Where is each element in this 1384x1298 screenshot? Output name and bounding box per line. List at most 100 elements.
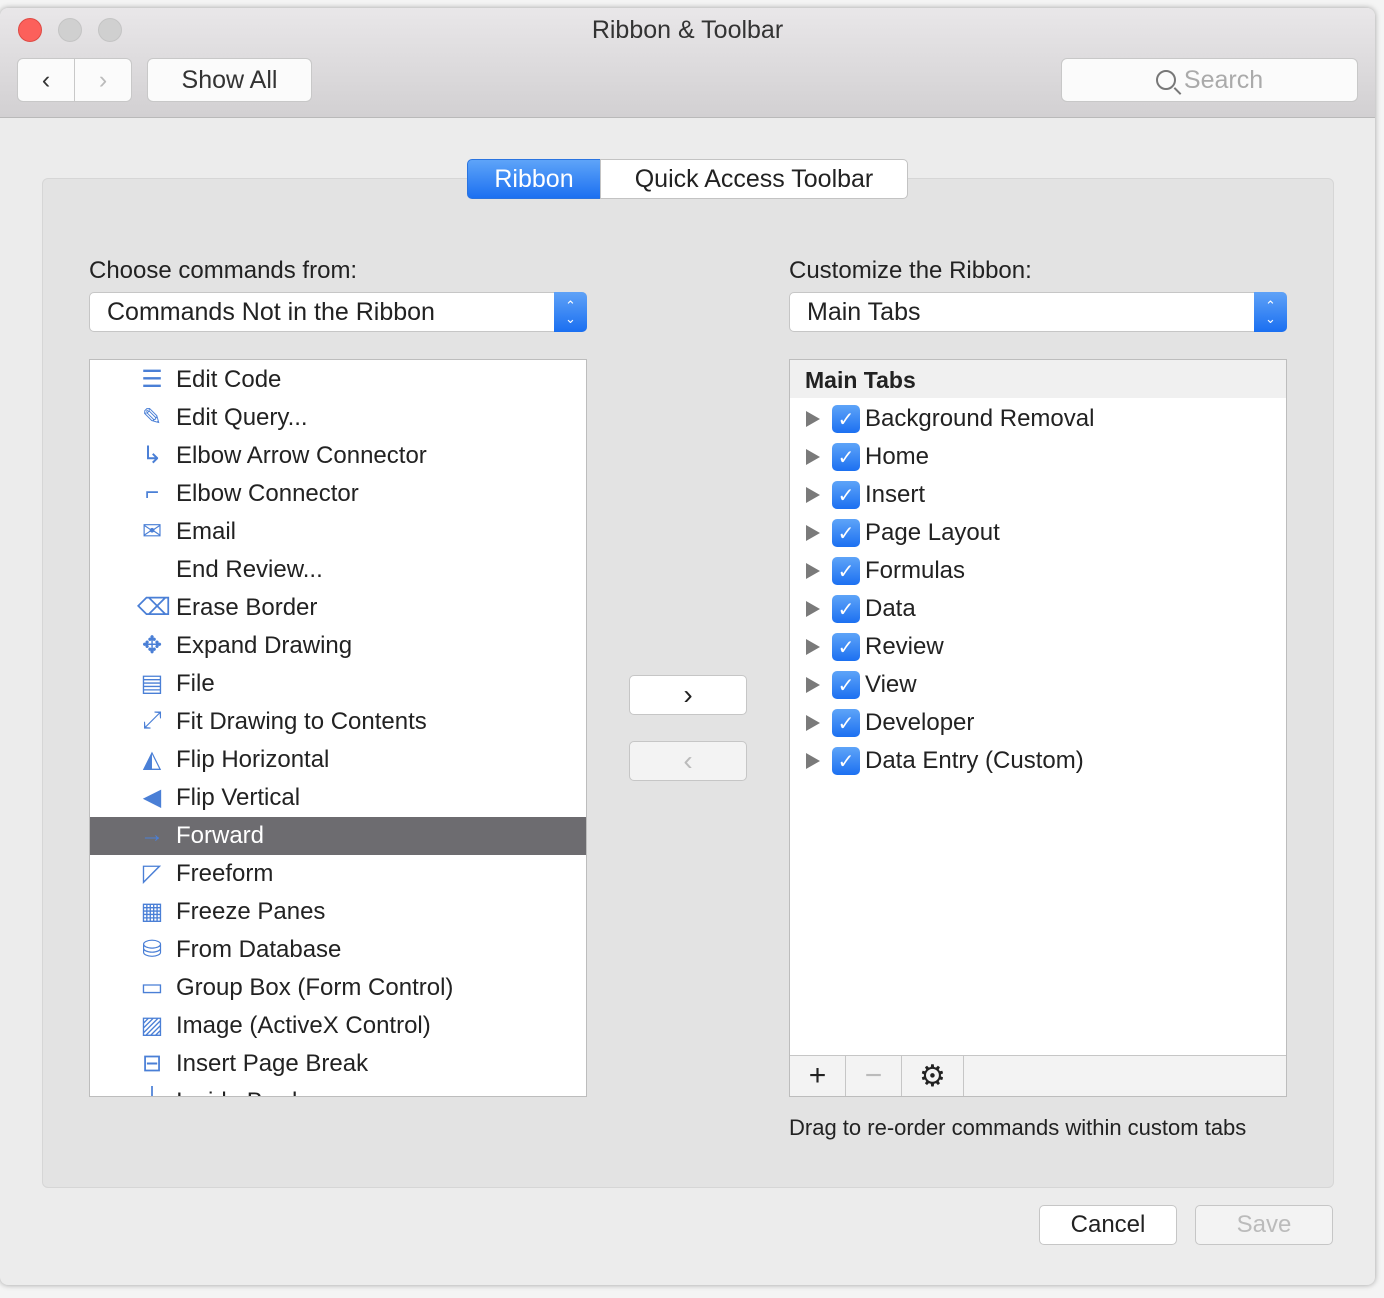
command-list-item[interactable]: ▤ File: [90, 665, 586, 703]
command-list-item[interactable]: ⊟ Insert Page Break: [90, 1045, 586, 1083]
choose-commands-label: Choose commands from:: [89, 257, 358, 284]
tab-quick-access-toolbar[interactable]: Quick Access Toolbar: [600, 159, 908, 199]
file-icon: ▤: [140, 670, 164, 697]
command-list-item[interactable]: ▨ Image (ActiveX Control): [90, 1007, 586, 1045]
ribbon-tab-item[interactable]: ✓ Page Layout: [790, 514, 1286, 552]
forward-button[interactable]: ›: [74, 58, 132, 102]
add-command-button[interactable]: ›: [629, 675, 747, 715]
ribbon-tabs-value: Main Tabs: [807, 297, 921, 326]
commands-source-popup[interactable]: Commands Not in the Ribbon ⌃ ⌄: [89, 292, 587, 332]
command-label: Flip Vertical: [176, 784, 301, 811]
command-list-item[interactable]: ┼ Inside Borders: [90, 1083, 586, 1096]
disclosure-triangle-icon[interactable]: [806, 715, 820, 731]
ribbon-tab-item[interactable]: ✓ Formulas: [790, 552, 1286, 590]
search-input[interactable]: Search: [1061, 58, 1358, 102]
ribbon-tab-item[interactable]: ✓ Data Entry (Custom): [790, 742, 1286, 780]
tab-checkbox[interactable]: ✓: [832, 519, 860, 547]
command-list-item[interactable]: ⌫ Erase Border: [90, 589, 586, 627]
command-list-item[interactable]: ☰ Edit Code: [90, 361, 586, 399]
preferences-window: Ribbon & Toolbar ‹ › Show All Search Rib…: [0, 8, 1375, 1285]
ribbon-tab-item[interactable]: ✓ Insert: [790, 476, 1286, 514]
command-label: Fit Drawing to Contents: [176, 708, 427, 735]
commands-list[interactable]: ☰ Edit Code ✎ Edit Query... ↳ Elbow Arrow Con…: [89, 359, 587, 1097]
disclosure-triangle-icon[interactable]: [806, 449, 820, 465]
tab-label: Review: [865, 633, 944, 660]
reorder-hint: Drag to re-order commands within custom …: [789, 1115, 1247, 1140]
command-label: Elbow Connector: [176, 480, 359, 507]
command-label: Elbow Arrow Connector: [176, 442, 427, 469]
cancel-button[interactable]: Cancel: [1039, 1205, 1177, 1245]
tab-checkbox[interactable]: ✓: [832, 633, 860, 661]
disclosure-triangle-icon[interactable]: [806, 639, 820, 655]
command-list-item[interactable]: ⤢ Fit Drawing to Contents: [90, 703, 586, 741]
disclosure-triangle-icon[interactable]: [806, 411, 820, 427]
command-list-item[interactable]: ◀ Flip Vertical: [90, 779, 586, 817]
ribbon-tab-item[interactable]: ✓ View: [790, 666, 1286, 704]
command-list-item[interactable]: ⛁ From Database: [90, 931, 586, 969]
command-label: Expand Drawing: [176, 632, 353, 659]
elbow-arrow-connector-icon: ↳: [141, 442, 163, 469]
tab-label: Formulas: [865, 557, 966, 584]
tab-checkbox[interactable]: ✓: [832, 671, 860, 699]
command-list-item[interactable]: ◭ Flip Horizontal: [90, 741, 586, 779]
email-icon: ✉: [141, 518, 163, 545]
stepper-chevrons-icon: ⌃ ⌄: [1254, 292, 1287, 332]
command-list-item[interactable]: ▭ Group Box (Form Control): [90, 969, 586, 1007]
tab-checkbox[interactable]: ✓: [832, 443, 860, 471]
search-icon: [1155, 70, 1182, 95]
ribbon-tab-item[interactable]: ✓ Developer: [790, 704, 1286, 742]
command-list-item[interactable]: ✥ Expand Drawing: [90, 627, 586, 665]
tab-checkbox[interactable]: ✓: [832, 747, 860, 775]
ribbon-tabs-tree[interactable]: Main Tabs ✓ Background Removal ✓ Home ✓ Inser…: [789, 359, 1287, 1097]
tab-checkbox[interactable]: ✓: [832, 595, 860, 623]
ribbon-tab-item[interactable]: ✓ Data: [790, 590, 1286, 628]
tab-label: Data Entry (Custom): [865, 747, 1084, 774]
command-list-item[interactable]: End Review...: [90, 551, 586, 589]
command-list-item[interactable]: ↳ Elbow Arrow Connector: [90, 437, 586, 475]
disclosure-triangle-icon[interactable]: [806, 677, 820, 693]
edit-query-icon: ✎: [141, 404, 163, 431]
command-label: Freeze Panes: [176, 898, 326, 925]
add-tab-button[interactable]: +: [790, 1056, 846, 1096]
disclosure-triangle-icon[interactable]: [806, 753, 820, 769]
disclosure-triangle-icon[interactable]: [806, 525, 820, 541]
tab-checkbox[interactable]: ✓: [832, 481, 860, 509]
tree-header: Main Tabs: [790, 360, 1286, 398]
ribbon-tabs-popup[interactable]: Main Tabs ⌃ ⌄: [789, 292, 1287, 332]
page-break-icon: ⊟: [141, 1050, 163, 1077]
tab-checkbox[interactable]: ✓: [832, 557, 860, 585]
command-list-item[interactable]: ✉ Email: [90, 513, 586, 551]
disclosure-triangle-icon[interactable]: [806, 487, 820, 503]
ribbon-tab-item[interactable]: ✓ Review: [790, 628, 1286, 666]
tab-ribbon[interactable]: Ribbon: [467, 159, 601, 199]
database-icon: ⛁: [141, 936, 163, 963]
inside-borders-icon: ┼: [137, 1087, 167, 1096]
save-button[interactable]: Save: [1195, 1205, 1333, 1245]
command-label: End Review...: [176, 556, 323, 583]
remove-command-button[interactable]: ‹: [629, 741, 747, 781]
command-label: Forward: [176, 822, 265, 849]
tab-label: Page Layout: [865, 519, 1000, 546]
back-button[interactable]: ‹: [17, 58, 75, 102]
gear-icon[interactable]: ⚙: [902, 1056, 964, 1096]
command-list-item[interactable]: → Forward: [90, 817, 586, 855]
command-list-item[interactable]: ▦ Freeze Panes: [90, 893, 586, 931]
command-label: Edit Query...: [176, 404, 308, 431]
ribbon-tab-item[interactable]: ✓ Home: [790, 438, 1286, 476]
edit-code-icon: ☰: [141, 366, 163, 393]
command-label: Group Box (Form Control): [176, 974, 454, 1001]
show-all-button[interactable]: Show All: [147, 58, 312, 102]
customize-ribbon-label: Customize the Ribbon:: [789, 257, 1032, 284]
disclosure-triangle-icon[interactable]: [806, 563, 820, 579]
flip-horizontal-icon: ◭: [142, 746, 162, 773]
remove-tab-button[interactable]: −: [846, 1056, 902, 1096]
command-list-item[interactable]: ◸ Freeform: [90, 855, 586, 893]
command-list-item[interactable]: ⌐ Elbow Connector: [90, 475, 586, 513]
tab-checkbox[interactable]: ✓: [832, 709, 860, 737]
command-list-item[interactable]: ✎ Edit Query...: [90, 399, 586, 437]
group-box-icon: ▭: [140, 974, 164, 1001]
ribbon-tab-item[interactable]: ✓ Background Removal: [790, 400, 1286, 438]
tab-checkbox[interactable]: ✓: [832, 405, 860, 433]
command-label: Insert Page Break: [176, 1050, 369, 1077]
disclosure-triangle-icon[interactable]: [806, 601, 820, 617]
